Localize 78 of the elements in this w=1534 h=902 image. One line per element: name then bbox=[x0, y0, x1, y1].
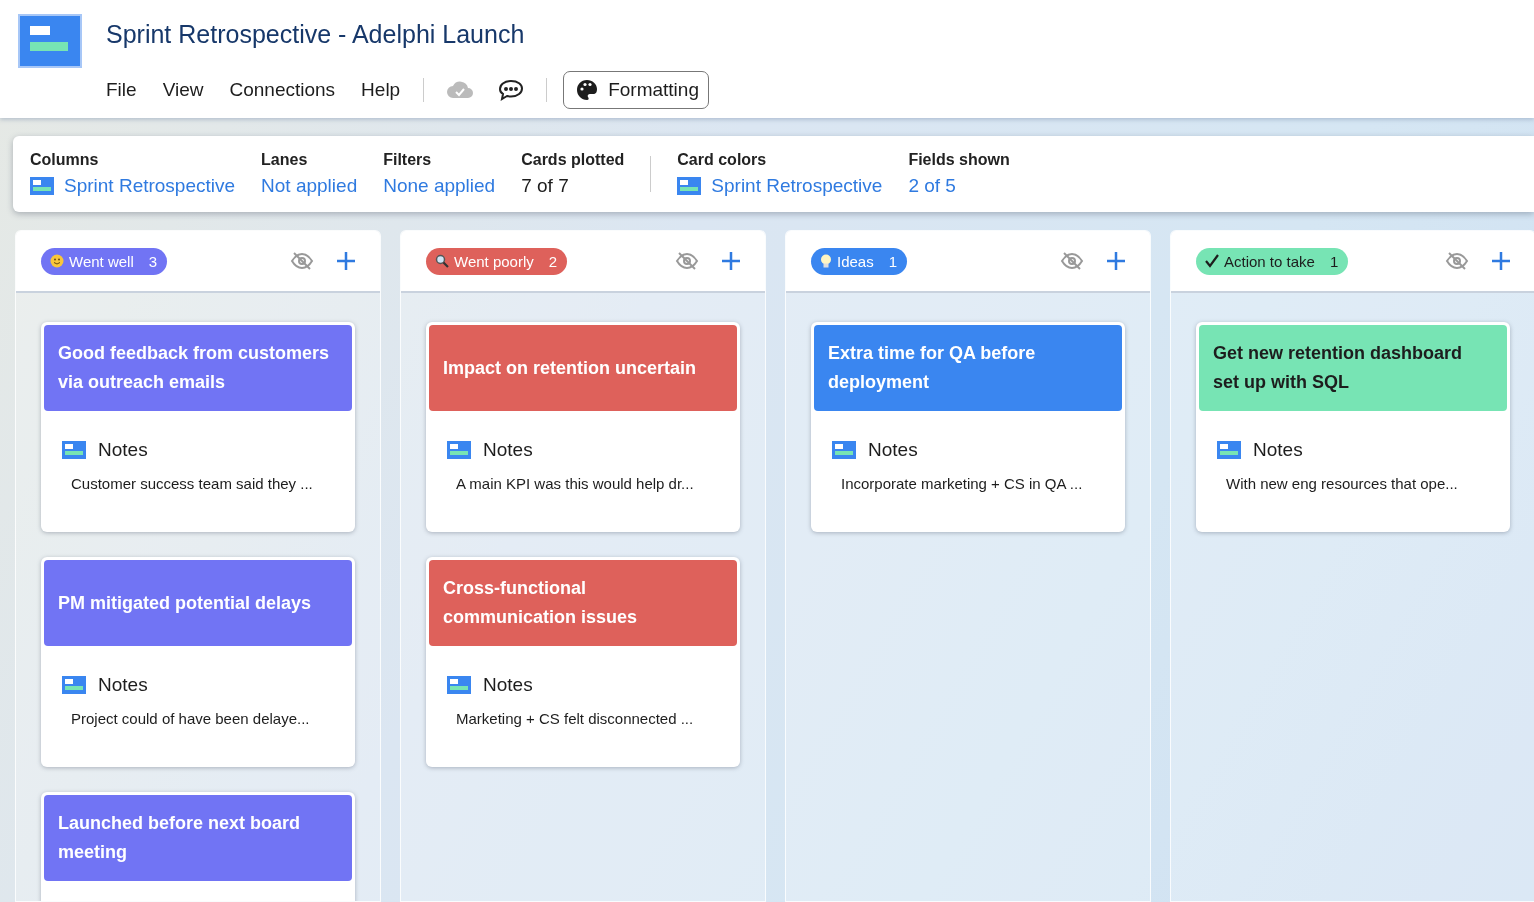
field-name: Notes bbox=[98, 439, 148, 461]
board-icon bbox=[832, 441, 856, 459]
card-title: Extra time for QA before deployment bbox=[814, 325, 1122, 411]
app-logo bbox=[18, 14, 82, 68]
menu-item[interactable]: View bbox=[149, 79, 217, 101]
hidden-eye-icon bbox=[1060, 251, 1084, 271]
card-title: Cross-functional communication issues bbox=[429, 560, 737, 646]
summary-value: 7 of 7 bbox=[521, 175, 570, 197]
card[interactable]: Launched before next board meeting bbox=[41, 792, 355, 901]
column-tag: Action to take 1 bbox=[1196, 247, 1349, 275]
board-icon bbox=[30, 177, 54, 195]
summary-label: Fields shown bbox=[908, 151, 1010, 169]
column-tag: Ideas 1 bbox=[811, 247, 908, 275]
board-icon bbox=[62, 676, 86, 694]
card[interactable]: Get new retention dashboard set up with SQL Notes With new eng resources that ope... bbox=[1196, 322, 1510, 532]
formatting-button[interactable]: Formatting bbox=[563, 71, 709, 109]
field-name: Notes bbox=[868, 439, 918, 461]
field-name: Notes bbox=[1253, 439, 1303, 461]
summary-link[interactable]: Sprint Retrospective bbox=[30, 175, 236, 197]
note-text: Project could of have been delaye... bbox=[71, 710, 311, 727]
summary-link[interactable]: Sprint Retrospective bbox=[677, 175, 883, 197]
card-title: Impact on retention uncertain bbox=[429, 325, 737, 411]
check-icon bbox=[1205, 254, 1219, 268]
card[interactable]: PM mitigated potential delays Notes Project could of have been delaye... bbox=[41, 557, 355, 767]
field-name: Notes bbox=[483, 674, 533, 696]
plus-icon bbox=[336, 251, 356, 271]
document-title: Sprint Retrospective - Adelphi Launch bbox=[106, 20, 526, 50]
hide-column-button[interactable] bbox=[1060, 251, 1084, 271]
menu-item[interactable]: Connections bbox=[216, 79, 349, 101]
board-icon bbox=[1217, 441, 1241, 459]
board-icon bbox=[62, 441, 86, 459]
summary-label: Cards plotted bbox=[521, 151, 625, 169]
add-card-button[interactable] bbox=[721, 251, 741, 271]
note-text: A main KPI was this would help dr... bbox=[456, 475, 695, 492]
note-text: Marketing + CS felt disconnected ... bbox=[456, 710, 695, 727]
summary-label: Columns bbox=[30, 151, 100, 169]
card[interactable]: Cross-functional communication issues Notes Marketing + CS felt disconnected ... bbox=[426, 557, 740, 767]
add-card-button[interactable] bbox=[1106, 251, 1126, 271]
column-tag: Went well 3 bbox=[41, 247, 168, 275]
note-text: Customer success team said they ... bbox=[71, 475, 314, 492]
hide-column-button[interactable] bbox=[290, 251, 314, 271]
hide-column-button[interactable] bbox=[675, 251, 699, 271]
hidden-eye-icon bbox=[290, 251, 314, 271]
field-name: Notes bbox=[98, 674, 148, 696]
magnifier-icon bbox=[435, 254, 449, 268]
plus-icon bbox=[1106, 251, 1126, 271]
hidden-eye-icon bbox=[675, 251, 699, 271]
add-card-button[interactable] bbox=[1491, 251, 1511, 271]
card[interactable]: Good feedback from customers via outreach emails Notes Customer success team said they ... bbox=[41, 322, 355, 532]
add-card-button[interactable] bbox=[336, 251, 356, 271]
summary-label: Filters bbox=[383, 151, 433, 169]
card[interactable]: Extra time for QA before deployment Notes Incorporate marketing + CS in QA ... bbox=[811, 322, 1125, 532]
plus-icon bbox=[1491, 251, 1511, 271]
plus-icon bbox=[721, 251, 741, 271]
palette-icon bbox=[576, 79, 599, 101]
summary-label: Card colors bbox=[677, 151, 768, 169]
summary-label: Lanes bbox=[261, 151, 309, 169]
card-title: Launched before next board meeting bbox=[44, 795, 352, 881]
smiley-icon bbox=[50, 254, 64, 268]
menu-item[interactable]: File bbox=[106, 79, 150, 101]
field-name: Notes bbox=[483, 439, 533, 461]
menu-item[interactable]: Help bbox=[348, 79, 414, 101]
note-text: Incorporate marketing + CS in QA ... bbox=[841, 475, 1084, 492]
summary-link[interactable]: None applied bbox=[383, 175, 496, 197]
summary-link[interactable]: 2 of 5 bbox=[908, 175, 1010, 197]
column-tag: Went poorly 2 bbox=[426, 247, 568, 275]
card[interactable]: Impact on retention uncertain Notes A main KPI was this would help dr... bbox=[426, 322, 740, 532]
hidden-eye-icon bbox=[1445, 251, 1469, 271]
card-title: Get new retention dashboard set up with SQL bbox=[1199, 325, 1507, 411]
board-icon bbox=[677, 177, 702, 195]
note-text: With new eng resources that ope... bbox=[1226, 475, 1459, 492]
card-title: Good feedback from customers via outreach emails bbox=[44, 325, 352, 411]
hide-column-button[interactable] bbox=[1445, 251, 1469, 271]
card-title: PM mitigated potential delays bbox=[44, 560, 352, 646]
board-icon bbox=[447, 441, 471, 459]
lightbulb-icon bbox=[820, 253, 832, 269]
board-icon bbox=[447, 676, 471, 694]
summary-link[interactable]: Not applied bbox=[261, 175, 358, 197]
